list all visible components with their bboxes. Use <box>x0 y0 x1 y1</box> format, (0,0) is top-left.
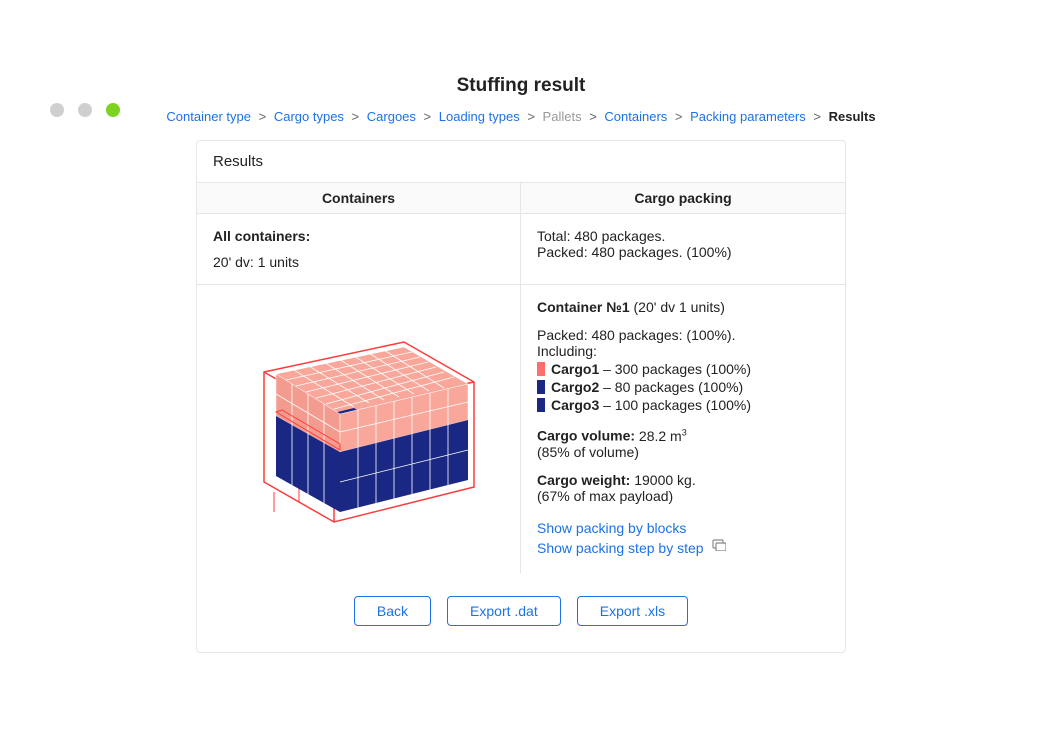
table-header-row: Containers Cargo packing <box>197 183 845 214</box>
swatch-icon <box>537 398 545 412</box>
volume-value: 28.2 m3 <box>639 428 687 444</box>
breadcrumb-sep: > <box>527 109 535 124</box>
cargo-rest: – 80 packages (100%) <box>599 379 743 395</box>
step-playback-icon[interactable] <box>712 538 726 554</box>
breadcrumb-cargoes[interactable]: Cargoes <box>367 109 416 124</box>
volume-row: Cargo volume: 28.2 m3 <box>537 427 829 444</box>
window-controls <box>50 103 120 117</box>
breadcrumb-sep: > <box>259 109 267 124</box>
col-cargo-packing: Cargo packing <box>521 183 845 213</box>
cargo-text: Cargo1 – 300 packages (100%) <box>551 361 751 377</box>
breadcrumb-sep: > <box>424 109 432 124</box>
container-detail: Container №1 (20' dv 1 units) Packed: 48… <box>521 285 845 574</box>
breadcrumb: Container type > Cargo types > Cargoes >… <box>0 109 1042 124</box>
cargo-legend-item: Cargo3 – 100 packages (100%) <box>537 397 829 413</box>
export-xls-button[interactable]: Export .xls <box>577 596 688 626</box>
breadcrumb-packing-parameters[interactable]: Packing parameters <box>690 109 806 124</box>
results-panel: Results Containers Cargo packing All con… <box>196 140 846 653</box>
button-row: Back Export .dat Export .xls <box>197 574 845 652</box>
container-diagram <box>197 285 521 574</box>
container-title: Container №1 (20' dv 1 units) <box>537 299 829 315</box>
breadcrumb-sep: > <box>352 109 360 124</box>
total-packages: Total: 480 packages. <box>537 228 829 244</box>
summary-packing: Total: 480 packages. Packed: 480 package… <box>521 214 845 284</box>
weight-label: Cargo weight: <box>537 472 630 488</box>
swatch-icon <box>537 362 545 376</box>
container-line: 20' dv: 1 units <box>213 254 504 270</box>
packed-line: Packed: 480 packages: (100%). <box>537 327 829 343</box>
show-step-row: Show packing step by step <box>537 536 829 556</box>
all-containers-label: All containers: <box>213 228 504 244</box>
col-containers: Containers <box>197 183 521 213</box>
cargo-legend-item: Cargo1 – 300 packages (100%) <box>537 361 829 377</box>
cargo-rest: – 300 packages (100%) <box>599 361 751 377</box>
packed-packages: Packed: 480 packages. (100%) <box>537 244 829 260</box>
back-button[interactable]: Back <box>354 596 431 626</box>
summary-row: All containers: 20' dv: 1 units Total: 4… <box>197 214 845 285</box>
cargo-name: Cargo3 <box>551 397 599 413</box>
weight-row: Cargo weight: 19000 kg. <box>537 472 829 488</box>
breadcrumb-cargo-types[interactable]: Cargo types <box>274 109 344 124</box>
detail-row: Container №1 (20' dv 1 units) Packed: 48… <box>197 285 845 574</box>
window-dot <box>50 103 64 117</box>
page-title: Stuffing result <box>0 75 1042 97</box>
summary-containers: All containers: 20' dv: 1 units <box>197 214 521 284</box>
window-dot-active <box>106 103 120 117</box>
breadcrumb-container-type[interactable]: Container type <box>166 109 251 124</box>
breadcrumb-containers[interactable]: Containers <box>604 109 667 124</box>
cargo-text: Cargo2 – 80 packages (100%) <box>551 379 743 395</box>
swatch-icon <box>537 380 545 394</box>
show-packing-step-link[interactable]: Show packing step by step <box>537 540 704 556</box>
breadcrumb-sep: > <box>589 109 597 124</box>
weight-value: 19000 kg. <box>634 472 696 488</box>
breadcrumb-loading-types[interactable]: Loading types <box>439 109 520 124</box>
cargo-text: Cargo3 – 100 packages (100%) <box>551 397 751 413</box>
cargo-rest: – 100 packages (100%) <box>599 397 751 413</box>
show-packing-blocks-link[interactable]: Show packing by blocks <box>537 520 686 536</box>
breadcrumb-current: Results <box>829 109 876 124</box>
container-title-suffix: (20' dv 1 units) <box>634 299 725 315</box>
cargo-name: Cargo2 <box>551 379 599 395</box>
cargo-name: Cargo1 <box>551 361 599 377</box>
container-title-prefix: Container №1 <box>537 299 630 315</box>
including-label: Including: <box>537 343 829 359</box>
breadcrumb-pallets: Pallets <box>543 109 582 124</box>
weight-pct: (67% of max payload) <box>537 488 829 504</box>
export-dat-button[interactable]: Export .dat <box>447 596 561 626</box>
container-3d-icon <box>224 312 494 542</box>
volume-label: Cargo volume: <box>537 428 635 444</box>
volume-pct: (85% of volume) <box>537 444 829 460</box>
panel-header: Results <box>197 141 845 183</box>
breadcrumb-sep: > <box>813 109 821 124</box>
breadcrumb-sep: > <box>675 109 683 124</box>
cargo-legend-item: Cargo2 – 80 packages (100%) <box>537 379 829 395</box>
window-dot <box>78 103 92 117</box>
